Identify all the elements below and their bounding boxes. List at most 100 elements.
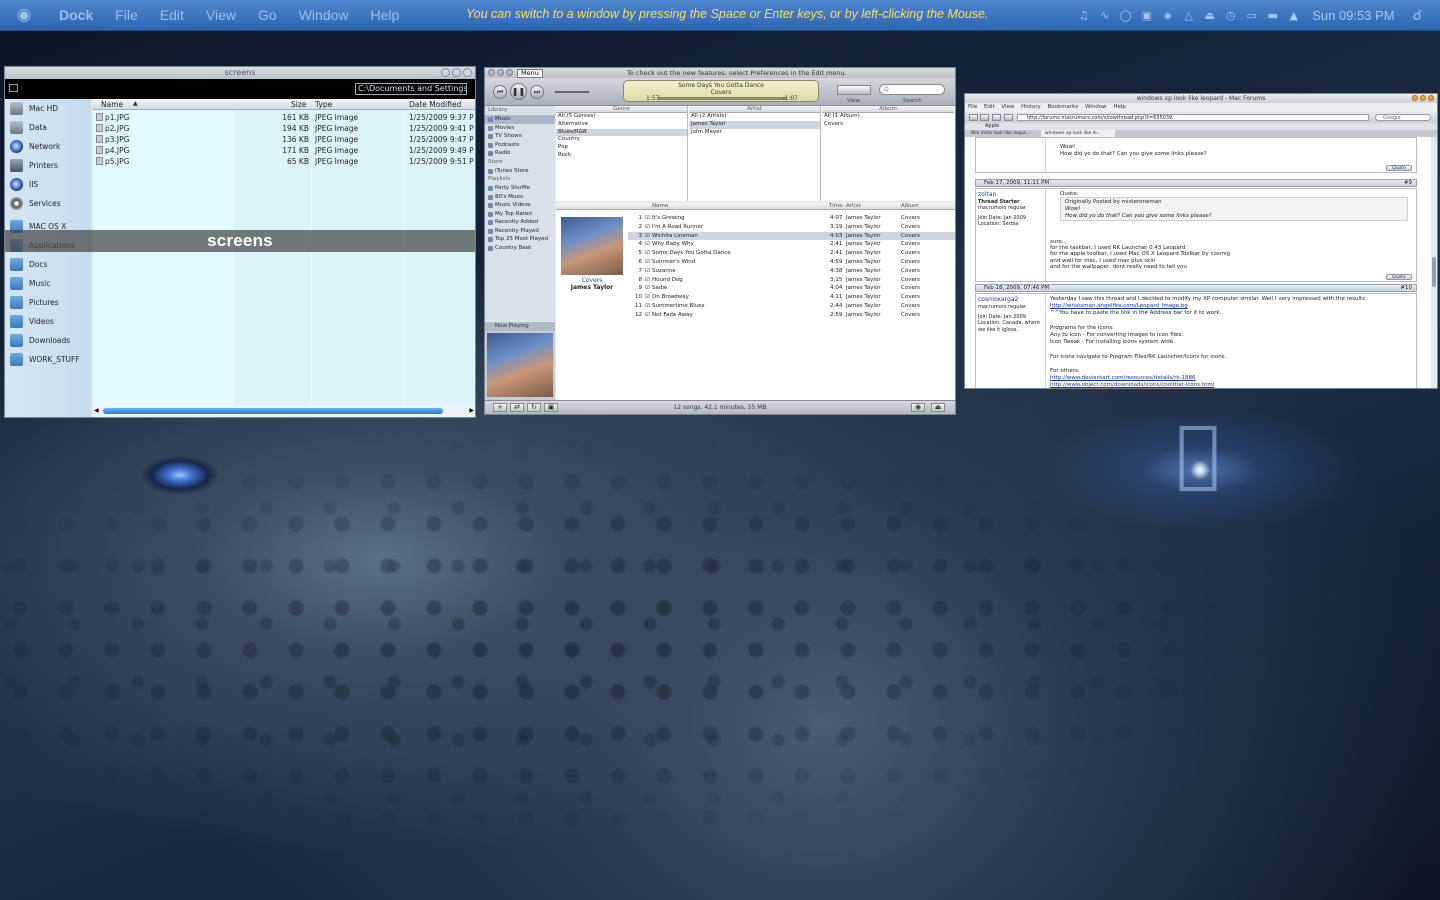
source-item[interactable]: Music (485, 115, 555, 124)
close-button[interactable] (463, 68, 472, 77)
playlist-item[interactable]: Party Shuffle (485, 184, 555, 193)
track-checkbox-icon[interactable]: ☑ (645, 223, 650, 232)
browser-item[interactable]: Blues/R&B (556, 128, 687, 137)
track-row[interactable]: 7 ☑ Suzanne 4:38 James Taylor Covers (628, 267, 955, 276)
zoom-button[interactable] (506, 69, 513, 76)
sync-icon[interactable]: ◯ (1116, 9, 1135, 23)
music-icon[interactable]: ♫ (1074, 9, 1093, 23)
toolbar-toggle-icon[interactable] (9, 84, 18, 92)
sidebar-item[interactable]: Services (5, 194, 91, 213)
browser-menu-bar[interactable]: File Edit View History Bookmarks Window … (965, 103, 1437, 112)
maximize-button[interactable] (452, 68, 461, 77)
file-row[interactable]: p4.JPG 171 KB JPEG Image 1/25/2009 9:49 P (93, 145, 475, 156)
sidebar-item[interactable]: Pictures (5, 293, 91, 312)
back-button[interactable] (969, 114, 978, 121)
sidebar-item[interactable]: Data (5, 118, 91, 137)
file-row[interactable]: p2.JPG 194 KB JPEG Image 1/25/2009 9:41 P (93, 123, 475, 134)
track-row[interactable]: 5 ☑ Some Days You Gotta Dance 2:41 James Tay… (628, 249, 955, 258)
now-playing-artwork[interactable] (487, 333, 553, 397)
scrollbar-thumb[interactable] (1432, 257, 1436, 287)
menu-dock[interactable]: Dock (48, 7, 104, 23)
quote-button[interactable]: Quote (1386, 274, 1412, 280)
browser-item[interactable]: Pop (556, 144, 687, 152)
column-date[interactable]: Date Modified (409, 100, 461, 109)
playlist-item[interactable]: Recently Added (485, 218, 555, 227)
browser-item[interactable]: Country (556, 136, 687, 144)
close-button[interactable] (488, 69, 495, 76)
file-row[interactable]: p3.JPG 136 KB JPEG Image 1/25/2009 9:47 P (93, 134, 475, 145)
track-col-artist[interactable]: Artist (846, 203, 861, 210)
post-username[interactable]: cosmoxarga2 (978, 296, 1018, 303)
post-link[interactable]: http://www.object.com/downloads/icons/co… (1050, 382, 1214, 388)
track-col-time[interactable]: Time (829, 203, 842, 210)
add-playlist-button[interactable]: + (493, 403, 507, 412)
finder-titlebar[interactable]: screens (5, 67, 475, 79)
sidebar-item[interactable]: Videos (5, 312, 91, 331)
apple-menu-icon[interactable]: ◉ (0, 5, 48, 25)
chat-icon[interactable]: ◈ (1158, 9, 1177, 23)
column-size[interactable]: Size (291, 100, 306, 109)
bookmark-apple[interactable]: Apple (985, 123, 999, 129)
forward-button[interactable] (980, 114, 989, 121)
next-track-icon[interactable]: ⏭ (530, 85, 544, 99)
column-type[interactable]: Type (315, 100, 332, 109)
browser-item[interactable]: Covers (822, 121, 954, 129)
sidebar-item[interactable]: Downloads (5, 331, 91, 350)
sidebar-item[interactable]: IIS (5, 175, 91, 194)
menu-go[interactable]: Go (247, 7, 288, 23)
display-icon[interactable]: ▭ (1242, 9, 1261, 23)
maximize-button[interactable] (1420, 95, 1426, 101)
repeat-button[interactable]: ↻ (527, 403, 541, 412)
track-row[interactable]: 1 ☑ It's Growing 4:07 James Taylor Covers (628, 214, 955, 223)
track-checkbox-icon[interactable]: ☑ (645, 284, 650, 293)
spotlight-search-icon[interactable]: ☌ (1413, 8, 1422, 24)
horizontal-scrollbar[interactable]: ◀ ▶ (93, 406, 475, 416)
playlist-item[interactable]: Music Videos (485, 201, 555, 210)
itunes-titlebar[interactable]: Menu To check out the new features, sele… (485, 68, 955, 78)
source-item[interactable]: Podcasts (485, 141, 555, 150)
previous-track-icon[interactable]: ⏮ (493, 85, 507, 99)
minimize-button[interactable] (441, 68, 450, 77)
reload-button[interactable] (992, 114, 1001, 121)
track-col-album[interactable]: Album (901, 203, 919, 210)
track-checkbox-icon[interactable]: ☑ (645, 293, 650, 302)
now-playing-display[interactable]: Some Days You Gotta Dance Covers 1:57 -1… (623, 80, 819, 102)
eject-icon[interactable]: ⏏ (1200, 9, 1219, 23)
browser-item[interactable]: Rock (556, 152, 687, 160)
track-row[interactable]: 8 ☑ Hound Dog 3:15 James Taylor Covers (628, 276, 955, 285)
column-name[interactable]: Name (101, 100, 123, 109)
playback-progress[interactable] (658, 97, 786, 100)
scrollbar-thumb[interactable] (103, 408, 443, 414)
browser-item[interactable]: All (1 Album) (822, 113, 954, 121)
playlist-item[interactable]: Recently Played (485, 227, 555, 236)
itunes-window[interactable]: Menu To check out the new features, sele… (485, 68, 955, 414)
quote-button[interactable]: Quote (1386, 165, 1412, 171)
playlist-item[interactable]: 80's Music (485, 193, 555, 202)
playlist-item[interactable]: Top 25 Most Played (485, 235, 555, 244)
track-checkbox-icon[interactable]: ☑ (645, 240, 650, 249)
timer-icon[interactable]: ◷ (1221, 9, 1240, 23)
close-button[interactable] (1428, 95, 1434, 101)
file-row[interactable]: p5.JPG 65 KB JPEG Image 1/25/2009 9:51 P (93, 156, 475, 167)
bluetooth-icon[interactable]: △ (1179, 9, 1198, 23)
track-checkbox-icon[interactable]: ☑ (645, 311, 650, 320)
minimize-button[interactable] (497, 69, 504, 76)
playlist-item[interactable]: Country Beat (485, 244, 555, 253)
menu-file[interactable]: File (104, 7, 149, 23)
browser-window[interactable]: windows xp look like leopard - Mac Forum… (965, 94, 1437, 388)
track-checkbox-icon[interactable]: ☑ (645, 258, 650, 267)
sidebar-item[interactable]: Docs (5, 255, 91, 274)
post-number[interactable]: #10 (1400, 285, 1412, 292)
track-row[interactable]: 4 ☑ Why Baby Why 2:41 James Taylor Covers (628, 240, 955, 249)
web-search-input[interactable]: Google (1375, 114, 1431, 121)
menu-clock[interactable]: Sun 09:53 PM (1312, 8, 1394, 23)
sidebar-item[interactable]: Printers (5, 156, 91, 175)
browser-item[interactable]: All (5 Genres) (556, 113, 687, 121)
artwork-toggle-button[interactable]: ▣ (544, 403, 558, 412)
track-row[interactable]: 12 ☑ Not Fade Away 2:59 James Taylor Covers (628, 311, 955, 320)
track-checkbox-icon[interactable]: ☑ (645, 249, 650, 258)
menu-view[interactable]: View (195, 7, 247, 23)
battery-icon[interactable]: ▬ (1263, 9, 1282, 23)
scroll-right-icon[interactable]: ▶ (469, 407, 474, 414)
add-bookmark-button[interactable] (1004, 114, 1013, 121)
